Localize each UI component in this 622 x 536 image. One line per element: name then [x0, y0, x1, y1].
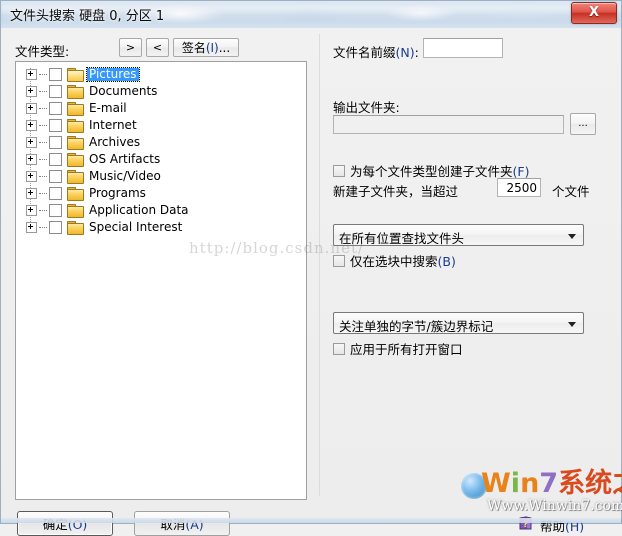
tree-item-label: Archives [89, 135, 141, 149]
tree-item-checkbox[interactable] [49, 136, 62, 149]
tree-item-checkbox[interactable] [49, 102, 62, 115]
search-in-block-checkbox[interactable] [333, 254, 345, 267]
new-subfolder-threshold-label: 新建子文件夹，当超过 [333, 184, 459, 199]
folder-icon [67, 170, 84, 184]
tree-item-e-mail[interactable]: E-mail [16, 100, 306, 117]
chevron-down-icon [568, 322, 576, 327]
tree-item-os-artifacts[interactable]: OS Artifacts [16, 151, 306, 168]
tree-item-checkbox[interactable] [49, 204, 62, 217]
tree-item-programs[interactable]: Programs [16, 185, 306, 202]
tree-item-pictures[interactable]: Pictures [16, 66, 306, 83]
folder-icon [67, 102, 84, 116]
folder-icon [67, 85, 84, 99]
tree-item-special-interest[interactable]: Special Interest [16, 219, 306, 236]
tree-connector [39, 73, 47, 76]
folder-icon [67, 204, 84, 218]
expand-icon[interactable] [26, 86, 37, 97]
apply-to-all-windows-checkbox[interactable] [333, 342, 345, 355]
browse-folder-button[interactable]: ... [570, 113, 596, 135]
filename-prefix-input[interactable] [423, 38, 503, 58]
tree-connector [39, 158, 47, 161]
tree-item-documents[interactable]: Documents [16, 83, 306, 100]
tree-item-archives[interactable]: Archives [16, 134, 306, 151]
tree-item-internet[interactable]: Internet [16, 117, 306, 134]
file-type-label: 文件类型: [15, 44, 70, 59]
expand-icon[interactable] [26, 188, 37, 199]
apply-to-all-windows-label: 应用于所有打开窗口 [350, 342, 463, 357]
close-button[interactable]: X [571, 2, 617, 24]
search-in-block-checkbox-row[interactable]: 仅在选块中搜索(B) [333, 251, 456, 270]
tree-item-checkbox[interactable] [49, 221, 62, 234]
alignment-dropdown[interactable]: 关注单独的字节/簇边界标记 [333, 312, 584, 334]
apply-to-all-windows-checkbox-row[interactable]: 应用于所有打开窗口 [333, 339, 463, 358]
add-filetype-button[interactable]: > [119, 38, 142, 57]
tree-item-checkbox[interactable] [49, 170, 62, 183]
tree-connector [39, 226, 47, 229]
filename-prefix-label: 文件名前缀(N): [333, 45, 419, 60]
signature-button[interactable]: 签名(I)... [173, 38, 239, 57]
tree-item-label: Special Interest [89, 220, 183, 234]
folder-icon [67, 136, 84, 150]
close-icon: X [588, 5, 600, 20]
file-header-search-dialog: 文件头搜索 硬盘 0, 分区 1 X 文件类型: > < 签名(I)... Pi… [0, 0, 622, 536]
tree-connector [39, 124, 47, 127]
folder-icon [67, 153, 84, 167]
tree-connector [39, 141, 47, 144]
folder-icon [67, 119, 84, 133]
tree-connector [39, 209, 47, 212]
tree-item-application-data[interactable]: Application Data [16, 202, 306, 219]
alignment-value: 关注单独的字节/簇边界标记 [339, 319, 494, 334]
tree-item-checkbox[interactable] [49, 68, 62, 81]
tree-item-label: E-mail [89, 101, 127, 115]
file-type-tree-items: Pictures Documents E-mail Internet Archives O… [16, 62, 306, 236]
tree-item-label: Music/Video [89, 169, 161, 183]
title-bar: 文件头搜索 硬盘 0, 分区 1 X [1, 1, 621, 28]
file-type-tree[interactable]: Pictures Documents E-mail Internet Archives O… [15, 61, 307, 500]
new-subfolder-threshold-input[interactable] [497, 178, 541, 197]
create-subfolder-per-type-checkbox[interactable] [333, 164, 345, 177]
expand-icon[interactable] [26, 154, 37, 165]
tree-item-label: OS Artifacts [89, 152, 161, 166]
tree-item-label: Documents [89, 84, 158, 98]
tree-item-checkbox[interactable] [49, 119, 62, 132]
expand-icon[interactable] [26, 205, 37, 216]
window-title: 文件头搜索 硬盘 0, 分区 1 [10, 9, 165, 24]
folder-icon [67, 187, 84, 201]
tree-connector [39, 107, 47, 110]
tree-item-label: Pictures [86, 67, 140, 82]
expand-icon[interactable] [26, 103, 37, 114]
tree-connector [39, 175, 47, 178]
folder-icon [67, 221, 84, 235]
tree-item-checkbox[interactable] [49, 85, 62, 98]
dialog-client-area: 文件类型: > < 签名(I)... Pictures Documents E-ma… [1, 28, 621, 536]
output-folder-input[interactable] [333, 115, 564, 134]
expand-icon[interactable] [26, 120, 37, 131]
tree-item-label: Internet [89, 118, 137, 132]
tree-item-checkbox[interactable] [49, 153, 62, 166]
expand-icon[interactable] [26, 222, 37, 233]
search-scope-dropdown[interactable]: 在所有位置查找文件头 [333, 224, 584, 246]
tree-item-music-video[interactable]: Music/Video [16, 168, 306, 185]
window-bottom-edge [1, 518, 621, 523]
tree-connector [39, 90, 47, 93]
options-panel: 文件名前缀(N): 输出文件夹: ... 为每个文件类型创建子文件夹(F) 新建… [319, 34, 616, 496]
remove-filetype-button[interactable]: < [146, 38, 169, 57]
tree-item-checkbox[interactable] [49, 187, 62, 200]
tree-item-label: Programs [89, 186, 146, 200]
expand-icon[interactable] [26, 69, 37, 80]
chevron-down-icon [568, 234, 576, 239]
search-scope-value: 在所有位置查找文件头 [339, 231, 465, 246]
new-subfolder-threshold-suffix: 个文件 [552, 184, 590, 199]
expand-icon[interactable] [26, 137, 37, 148]
tree-item-label: Application Data [89, 203, 189, 217]
folder-icon [67, 68, 84, 82]
expand-icon[interactable] [26, 171, 37, 182]
output-folder-label: 输出文件夹: [333, 100, 400, 115]
search-in-block-label: 仅在选块中搜索(B) [350, 254, 456, 269]
tree-connector [39, 192, 47, 195]
